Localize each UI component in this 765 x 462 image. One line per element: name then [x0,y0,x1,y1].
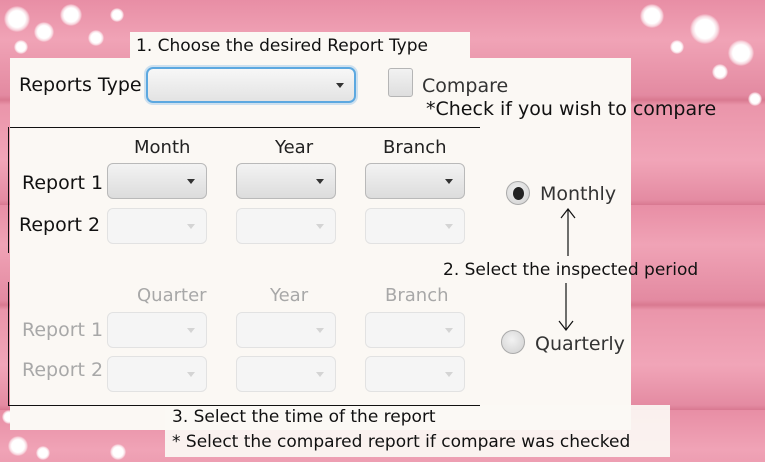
monthly-report2-label: Report 2 [19,214,101,236]
arrow-up-icon [560,208,576,256]
step1-instruction: 1. Choose the desired Report Type [136,36,428,56]
frame-top [10,127,480,128]
quarterly-radio-label[interactable]: Quarterly [535,333,625,355]
chevron-down-icon [316,179,324,184]
monthly-radio-label[interactable]: Monthly [540,183,616,205]
header-month: Month [134,137,191,158]
chevron-down-icon [445,372,453,377]
quarterly-report1-year-select[interactable] [236,312,336,348]
frame-left-lower [8,282,9,406]
monthly-radio[interactable] [506,181,530,205]
header-quarter: Quarter [137,285,207,306]
arrow-down-icon [558,283,574,331]
chevron-down-icon [445,224,453,229]
quarterly-report1-label: Report 1 [22,319,104,341]
quarterly-report2-branch-select[interactable] [365,356,465,392]
quarterly-report2-year-select[interactable] [236,356,336,392]
chevron-down-icon [187,372,195,377]
quarterly-report1-branch-select[interactable] [365,312,465,348]
reports-type-select[interactable] [146,67,356,103]
chevron-down-icon [336,83,344,88]
step3-note: * Select the compared report if compare … [172,432,631,452]
monthly-report1-branch-select[interactable] [365,163,465,199]
frame-bottom [8,405,480,406]
quarterly-radio[interactable] [501,330,525,354]
quarterly-report2-label: Report 2 [22,359,104,381]
compare-checkbox[interactable] [388,68,413,97]
compare-label[interactable]: Compare [422,75,508,97]
step2-instruction: 2. Select the inspected period [443,260,699,280]
monthly-report1-month-select[interactable] [107,163,207,199]
monthly-report2-branch-select[interactable] [365,208,465,244]
chevron-down-icon [187,328,195,333]
chevron-down-icon [316,372,324,377]
compare-note: *Check if you wish to compare [426,98,717,120]
chevron-down-icon [316,224,324,229]
reports-type-label: Reports Type [19,74,142,96]
chevron-down-icon [445,179,453,184]
chevron-down-icon [187,179,195,184]
quarterly-report2-quarter-select[interactable] [107,356,207,392]
chevron-down-icon [445,328,453,333]
monthly-report1-year-select[interactable] [236,163,336,199]
header-year: Year [270,285,309,306]
step3-instruction: 3. Select the time of the report [172,407,436,427]
frame-left-upper [8,127,9,253]
header-year: Year [275,137,314,158]
chevron-down-icon [187,224,195,229]
monthly-report1-label: Report 1 [22,172,104,194]
header-branch: Branch [385,285,449,306]
radio-selected-dot [513,187,524,200]
monthly-report2-month-select[interactable] [107,208,207,244]
quarterly-report1-quarter-select[interactable] [107,312,207,348]
header-branch: Branch [383,137,447,158]
monthly-report2-year-select[interactable] [236,208,336,244]
chevron-down-icon [316,328,324,333]
